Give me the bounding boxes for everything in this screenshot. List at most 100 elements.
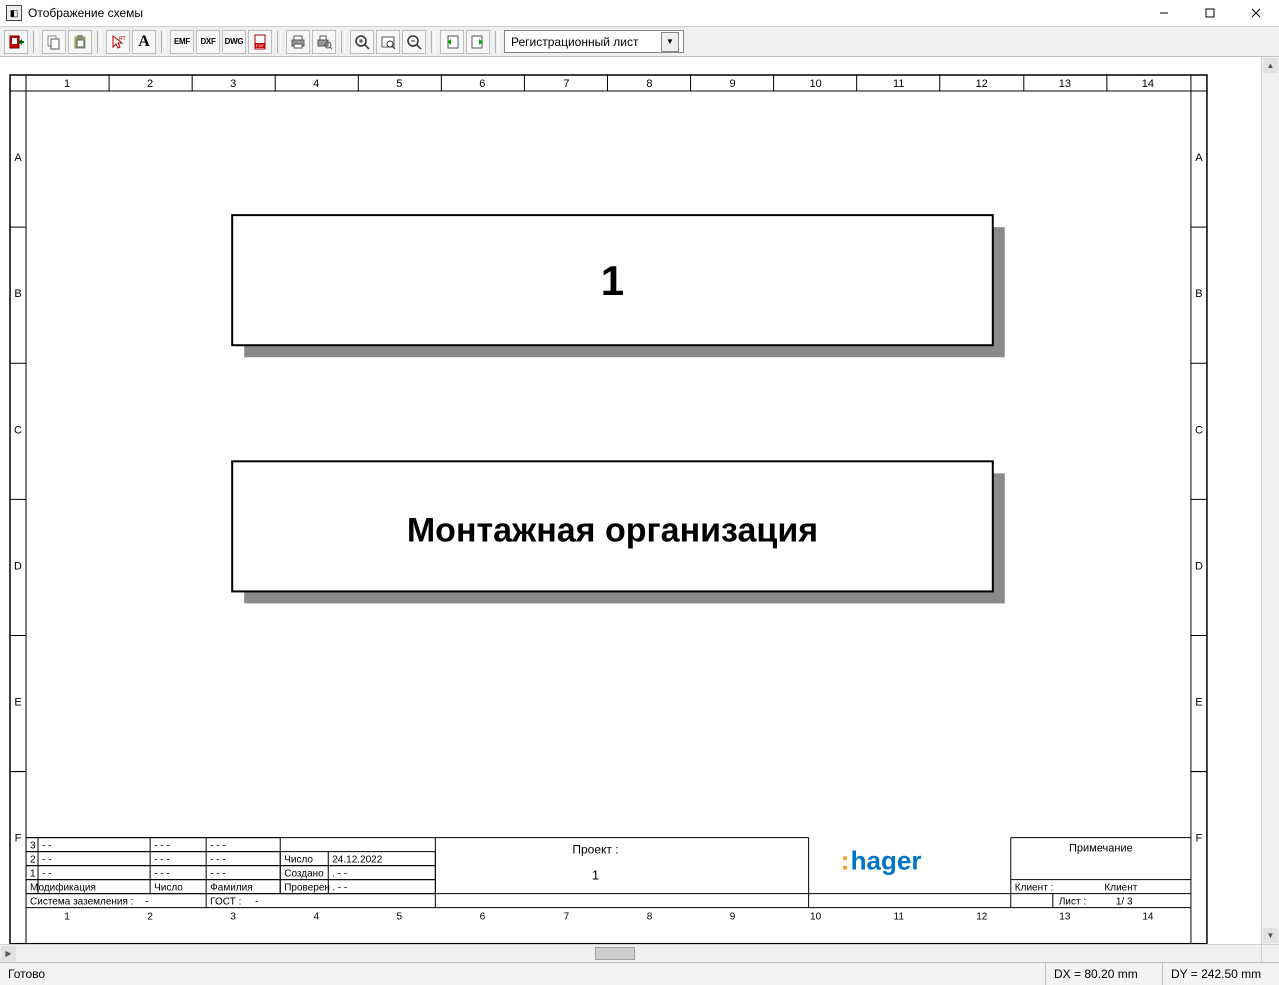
scrollbar-corner bbox=[1261, 945, 1279, 962]
svg-text:A: A bbox=[1195, 152, 1203, 164]
status-dy: DY = 242.50 mm bbox=[1163, 963, 1279, 985]
horizontal-scrollbar[interactable]: ◀ ▶ bbox=[0, 944, 1279, 962]
svg-text:A: A bbox=[14, 152, 22, 164]
window-close-button[interactable] bbox=[1233, 0, 1279, 26]
zoom-out-button[interactable] bbox=[402, 30, 426, 54]
svg-text:2: 2 bbox=[30, 855, 36, 866]
title-box-2: Монтажная организация bbox=[232, 461, 1005, 603]
app-icon: ◧ bbox=[6, 5, 22, 21]
text-tool-button[interactable]: A bbox=[132, 30, 156, 54]
svg-text:F: F bbox=[15, 833, 22, 845]
svg-text:9: 9 bbox=[730, 78, 736, 90]
svg-text:14: 14 bbox=[1142, 912, 1154, 923]
dwg-label: DWG bbox=[225, 37, 244, 46]
status-dx: DX = 80.20 mm bbox=[1046, 963, 1163, 985]
svg-text:9: 9 bbox=[730, 912, 736, 923]
export-dxf-button[interactable]: DXF bbox=[196, 30, 220, 54]
svg-text:14: 14 bbox=[1142, 78, 1154, 90]
sheet-selector-dropdown[interactable]: Регистрационный лист ▼ bbox=[504, 30, 684, 53]
svg-text:1: 1 bbox=[64, 912, 70, 923]
left-row-ruler: A B C D E F bbox=[10, 152, 26, 845]
svg-text:-: - bbox=[255, 897, 258, 908]
next-page-button[interactable] bbox=[466, 30, 490, 54]
svg-text:10: 10 bbox=[810, 912, 822, 923]
svg-text:PDF: PDF bbox=[256, 43, 265, 48]
svg-text:11: 11 bbox=[893, 78, 904, 90]
svg-text:- -: - - bbox=[42, 841, 51, 852]
print-button[interactable] bbox=[286, 30, 310, 54]
svg-text:Примечание: Примечание bbox=[1069, 843, 1133, 855]
svg-text:Система заземления :: Система заземления : bbox=[30, 897, 133, 908]
svg-text:1: 1 bbox=[601, 257, 624, 304]
svg-text:7: 7 bbox=[563, 78, 569, 90]
svg-text:2: 2 bbox=[147, 78, 153, 90]
svg-text:8: 8 bbox=[647, 912, 653, 923]
emf-label: EMF bbox=[174, 37, 190, 46]
svg-text:Клиент :: Клиент : bbox=[1015, 883, 1053, 894]
scroll-right-icon[interactable]: ▶ bbox=[1, 946, 16, 961]
vertical-scrollbar[interactable]: ▲ ▼ bbox=[1261, 57, 1279, 944]
svg-text:13: 13 bbox=[1059, 78, 1071, 90]
svg-text:hager: hager bbox=[851, 846, 922, 876]
svg-text:- - -: - - - bbox=[210, 869, 226, 880]
toolbar: RTT A EMF DXF DWG PDF bbox=[0, 27, 1279, 57]
svg-text:6: 6 bbox=[479, 78, 485, 90]
zoom-in-button[interactable] bbox=[350, 30, 374, 54]
export-dwg-button[interactable]: DWG bbox=[222, 30, 246, 54]
svg-text:- - -: - - - bbox=[210, 841, 226, 852]
dxf-label: DXF bbox=[200, 37, 215, 46]
print-preview-button[interactable] bbox=[312, 30, 336, 54]
svg-text:Создано: Создано bbox=[284, 869, 324, 880]
svg-text:Фамилия: Фамилия bbox=[210, 883, 252, 894]
svg-text:D: D bbox=[1195, 560, 1203, 572]
exit-button[interactable] bbox=[4, 30, 28, 54]
export-pdf-button[interactable]: PDF bbox=[248, 30, 272, 54]
svg-text:Модификация: Модификация bbox=[30, 882, 96, 894]
paste-button[interactable] bbox=[68, 30, 92, 54]
svg-text:Проект :: Проект : bbox=[572, 843, 618, 857]
svg-text:B: B bbox=[1195, 288, 1202, 300]
drawing-canvas[interactable]: 1 2 3 4 5 6 7 8 9 10 11 12 13 14 bbox=[0, 57, 1261, 944]
svg-text:24.12.2022: 24.12.2022 bbox=[332, 855, 382, 866]
title-block: 3 - - - - - - - - 2 - - - - - - - - 1 - … bbox=[26, 838, 1191, 923]
title-box-1: 1 bbox=[232, 215, 1005, 357]
svg-text:3: 3 bbox=[230, 912, 236, 923]
pointer-tool-button[interactable]: RTT bbox=[106, 30, 130, 54]
svg-text:F: F bbox=[1196, 833, 1203, 845]
svg-text:. - -: . - - bbox=[332, 869, 347, 880]
svg-text:Монтажная организация: Монтажная организация bbox=[407, 511, 818, 549]
svg-text:- -: - - bbox=[42, 869, 51, 880]
svg-text:E: E bbox=[14, 697, 21, 709]
svg-text:10: 10 bbox=[810, 78, 822, 90]
svg-text:Лист :: Лист : bbox=[1059, 897, 1086, 908]
svg-text:Клиент: Клиент bbox=[1104, 883, 1137, 894]
svg-text:Проверен: Проверен bbox=[284, 883, 330, 894]
sheet-selector-value: Регистрационный лист bbox=[511, 35, 638, 49]
copy-button[interactable] bbox=[42, 30, 66, 54]
svg-text:12: 12 bbox=[976, 78, 988, 90]
svg-text:- - -: - - - bbox=[210, 855, 226, 866]
svg-text::: : bbox=[841, 846, 850, 876]
export-emf-button[interactable]: EMF bbox=[170, 30, 194, 54]
svg-text:E: E bbox=[1195, 697, 1202, 709]
svg-text:1: 1 bbox=[592, 868, 599, 883]
scroll-down-icon[interactable]: ▼ bbox=[1263, 928, 1278, 943]
svg-text:ГОСТ :: ГОСТ : bbox=[210, 897, 241, 908]
svg-text:1: 1 bbox=[30, 869, 36, 880]
window-minimize-button[interactable] bbox=[1141, 0, 1187, 26]
window-title: Отображение схемы bbox=[28, 6, 143, 20]
scroll-thumb[interactable] bbox=[595, 947, 635, 960]
scroll-up-icon[interactable]: ▲ bbox=[1263, 58, 1278, 73]
svg-text:. - -: . - - bbox=[332, 883, 347, 894]
svg-text:C: C bbox=[1195, 424, 1203, 436]
right-row-ruler: A B C D E F bbox=[1191, 152, 1207, 845]
zoom-fit-button[interactable] bbox=[376, 30, 400, 54]
prev-page-button[interactable] bbox=[440, 30, 464, 54]
window-maximize-button[interactable] bbox=[1187, 0, 1233, 26]
text-icon: A bbox=[138, 33, 150, 51]
svg-text:13: 13 bbox=[1059, 912, 1071, 923]
svg-text:5: 5 bbox=[397, 912, 403, 923]
svg-text:-: - bbox=[145, 897, 148, 908]
svg-text:3: 3 bbox=[30, 841, 36, 852]
titlebar: ◧ Отображение схемы bbox=[0, 0, 1279, 27]
